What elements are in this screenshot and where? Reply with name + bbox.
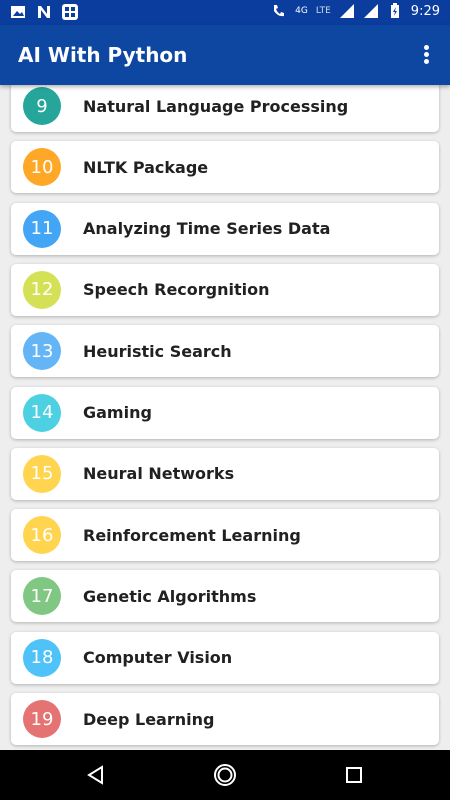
topic-card[interactable]: 10 NLTK Package (11, 141, 439, 194)
topic-title: Computer Vision (83, 648, 233, 668)
signal-secondary-icon (363, 4, 378, 18)
topic-card[interactable]: 17 Genetic Algorithms (11, 570, 439, 623)
topic-card[interactable]: 11 Analyzing Time Series Data (11, 202, 439, 255)
n-notification-icon (38, 6, 50, 18)
topic-title: Heuristic Search (83, 341, 232, 361)
more-vert-icon[interactable] (414, 43, 438, 67)
wifi-call-icon (274, 5, 285, 17)
network-type-label: 4G (295, 6, 308, 16)
topic-title: Neural Networks (83, 464, 235, 484)
topic-number-badge: 18 (23, 638, 61, 677)
topic-title: Analyzing Time Series Data (83, 219, 331, 239)
battery-charging-icon (390, 3, 399, 18)
topic-number-badge: 17 (23, 577, 61, 616)
home-circle-icon[interactable] (213, 763, 237, 787)
topic-title: Natural Language Processing (83, 96, 349, 116)
topic-title: Reinforcement Learning (83, 525, 301, 545)
status-bar: 4G LTE 9:29 (0, 0, 450, 25)
app-bar: AI With Python (0, 25, 450, 85)
lte-label: LTE (315, 6, 331, 16)
topic-card[interactable]: 19 Deep Learning (11, 693, 439, 745)
topic-number-badge: 15 (23, 454, 61, 493)
topic-number-badge: 9 (23, 87, 61, 125)
topic-card[interactable]: 16 Reinforcement Learning (11, 509, 439, 562)
topic-number-badge: 12 (23, 270, 61, 309)
status-time: 9:29 (410, 3, 440, 19)
topic-card[interactable]: 12 Speech Recorgnition (11, 263, 439, 316)
back-triangle-icon[interactable] (84, 763, 108, 787)
topic-number-badge: 19 (23, 700, 61, 738)
image-notification-icon (11, 6, 25, 18)
topic-title: Speech Recorgnition (83, 280, 270, 300)
topic-card[interactable]: 15 Neural Networks (11, 447, 439, 500)
topic-card[interactable]: 9 Natural Language Processing (11, 85, 439, 132)
app-grid-notification-icon (62, 4, 78, 20)
topic-number-badge: 10 (23, 148, 61, 187)
topic-card[interactable]: 18 Computer Vision (11, 631, 439, 684)
topic-number-badge: 11 (23, 209, 61, 248)
app-title: AI With Python (18, 43, 188, 67)
topic-title: NLTK Package (83, 157, 209, 177)
topic-title: Genetic Algorithms (83, 586, 257, 606)
navigation-bar (0, 750, 450, 800)
topic-title: Deep Learning (83, 709, 215, 729)
topic-card[interactable]: 13 Heuristic Search (11, 325, 439, 378)
system-icons: 4G LTE 9:29 (271, 3, 440, 19)
notification-icons (10, 4, 78, 20)
signal-icon (339, 4, 354, 18)
topic-number-badge: 16 (23, 516, 61, 555)
topic-title: Gaming (83, 403, 152, 422)
topic-list[interactable]: 9 Natural Language Processing 10 NLTK Packa… (0, 85, 450, 750)
recents-square-icon[interactable] (342, 763, 366, 787)
topic-card[interactable]: 14 Gaming (11, 386, 439, 439)
topic-number-badge: 13 (23, 332, 61, 371)
topic-number-badge: 14 (23, 393, 61, 432)
